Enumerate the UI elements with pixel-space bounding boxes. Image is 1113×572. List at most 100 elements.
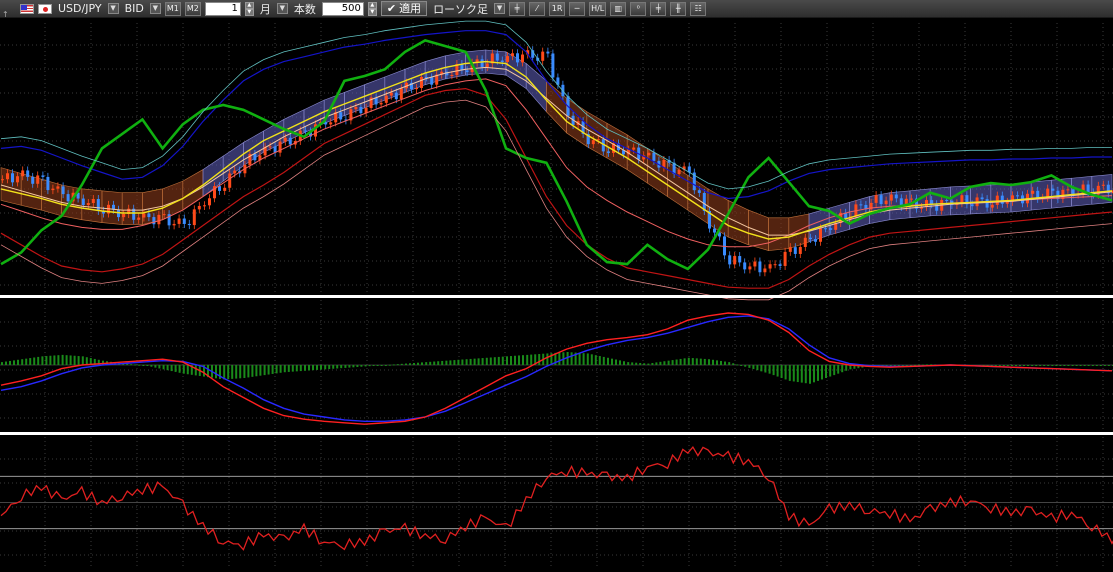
- candle-body: [894, 194, 898, 199]
- candle-body: [677, 169, 681, 174]
- candle-body: [11, 173, 14, 183]
- candle-body: [91, 198, 95, 204]
- price-panel: [0, 20, 1113, 301]
- candle-body: [748, 266, 752, 270]
- macd-histogram-bar: [287, 365, 290, 372]
- candle-body: [516, 53, 519, 63]
- chart-type-label[interactable]: ローソク足: [431, 1, 490, 17]
- apply-button[interactable]: ✔ 適用: [380, 1, 428, 16]
- macd-histogram-bar: [356, 365, 359, 368]
- macd-histogram-bar: [1107, 365, 1110, 366]
- macd-histogram-bar: [21, 359, 24, 365]
- price-type-dropdown-icon[interactable]: ▼: [149, 3, 161, 14]
- macd-histogram-bar: [671, 360, 674, 365]
- candle-body: [879, 195, 883, 205]
- settings-tool-icon[interactable]: ☷: [690, 1, 707, 16]
- zoom-out-tool-icon[interactable]: ╫: [670, 1, 687, 16]
- zero-tool-icon[interactable]: ⁰: [630, 1, 647, 16]
- macd-histogram-bar: [316, 365, 318, 370]
- horizontal-line-tool-icon[interactable]: ─: [569, 1, 586, 16]
- jp-flag-icon: [38, 3, 52, 14]
- macd-histogram-bar: [639, 362, 642, 365]
- macd-histogram-bar: [215, 365, 217, 379]
- candle-body: [506, 56, 509, 62]
- macd-histogram-bar: [312, 365, 314, 371]
- zoom-in-tool-icon[interactable]: ╪: [650, 1, 667, 16]
- macd-histogram-bar: [1095, 365, 1098, 366]
- candle-body: [546, 51, 550, 54]
- candle-body: [172, 223, 176, 226]
- period-count-stepper[interactable]: ▲ ▼: [244, 1, 254, 16]
- m1-button[interactable]: M1: [164, 1, 181, 16]
- macd-histogram-bar: [619, 360, 621, 365]
- period-count-input[interactable]: [204, 1, 241, 16]
- macd-histogram-bar: [457, 359, 460, 365]
- bars-count-input[interactable]: [321, 1, 364, 16]
- macd-histogram-bar: [243, 365, 246, 378]
- symbol-dropdown-icon[interactable]: ▼: [107, 3, 119, 14]
- macd-histogram-bar: [1019, 365, 1021, 366]
- candle-body: [697, 190, 701, 193]
- candle-body: [288, 137, 292, 145]
- candle-body: [889, 194, 893, 201]
- macd-histogram-bar: [728, 362, 731, 365]
- macd-histogram-bar: [223, 365, 226, 380]
- candle-body: [61, 186, 65, 195]
- macd-histogram-bar: [170, 365, 173, 372]
- candle-body: [970, 204, 974, 207]
- macd-histogram-bar: [667, 360, 670, 365]
- macd-histogram-bar: [41, 356, 44, 365]
- macd-histogram-bar: [37, 356, 40, 365]
- candle-body: [228, 173, 232, 188]
- candle-tool-icon[interactable]: ╪: [509, 1, 526, 16]
- hl-button[interactable]: H/L: [589, 1, 607, 16]
- candle-body: [713, 228, 716, 233]
- macd-histogram-bar: [602, 356, 605, 365]
- macd-histogram-bar: [768, 365, 771, 374]
- chart-type-dropdown-icon[interactable]: ▼: [494, 3, 506, 14]
- macd-histogram-bar: [643, 363, 646, 365]
- macd-histogram-bar: [1027, 365, 1029, 366]
- macd-histogram-bar: [429, 361, 432, 365]
- macd-histogram-bar: [687, 357, 690, 365]
- price-type-label[interactable]: BID: [123, 2, 146, 15]
- macd-histogram-bar: [635, 362, 638, 365]
- macd-histogram-bar: [489, 357, 492, 365]
- candle-body: [26, 170, 30, 177]
- candle-body: [859, 204, 863, 206]
- macd-histogram-bar: [320, 365, 322, 370]
- macd-histogram-bar: [748, 365, 751, 368]
- macd-histogram-bar: [146, 365, 149, 366]
- macd-histogram-bar: [348, 365, 351, 368]
- m2-button[interactable]: M2: [184, 1, 201, 16]
- bar-tool-icon[interactable]: ▥: [610, 1, 627, 16]
- candle-body: [990, 204, 994, 208]
- macd-histogram-bar: [522, 355, 524, 365]
- candle-body: [233, 170, 237, 174]
- bars-count-stepper[interactable]: ▲ ▼: [367, 1, 377, 16]
- macd-histogram-bar: [283, 365, 286, 373]
- macd-histogram-bar: [1087, 365, 1090, 366]
- macd-histogram-bar: [231, 365, 234, 379]
- macd-histogram-bar: [699, 358, 702, 365]
- macd-histogram-bar: [825, 365, 827, 378]
- candle-body: [652, 152, 656, 161]
- candle-body: [1, 179, 4, 181]
- candle-body: [733, 256, 737, 265]
- macd-histogram-bar: [421, 362, 423, 365]
- macd-histogram-bar: [77, 356, 80, 365]
- separator-macd-rsi[interactable]: [0, 432, 1113, 435]
- line-tool-icon[interactable]: ⁄: [529, 1, 546, 16]
- macd-histogram-bar: [126, 363, 129, 365]
- macd-histogram-bar: [703, 358, 706, 365]
- cloud-segment: [243, 130, 264, 167]
- period-unit-dropdown-icon[interactable]: ▼: [276, 3, 288, 14]
- 1r-button[interactable]: 1R: [549, 1, 566, 16]
- candle-body: [41, 175, 45, 177]
- separator-price-macd[interactable]: [0, 295, 1113, 298]
- macd-histogram-bar: [1006, 365, 1009, 366]
- macd-histogram-bar: [360, 365, 363, 367]
- macd-histogram-bar: [578, 352, 581, 365]
- symbol-label[interactable]: USD/JPY: [56, 2, 104, 15]
- macd-histogram-bar: [708, 359, 710, 365]
